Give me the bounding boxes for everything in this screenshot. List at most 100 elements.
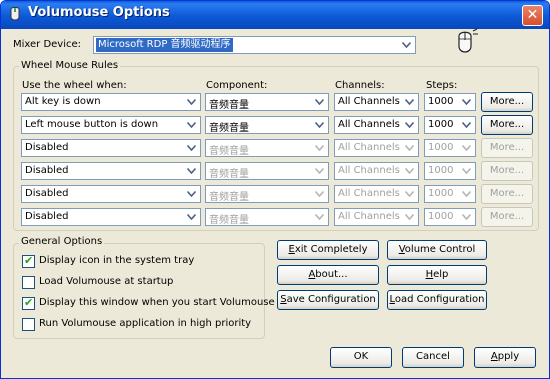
more-button[interactable]: More...: [481, 115, 533, 135]
component-select[interactable]: 音频音量: [205, 208, 329, 226]
header-channels: Channels:: [335, 80, 385, 91]
chevron-down-icon: [399, 38, 414, 52]
more-button[interactable]: More...: [481, 161, 533, 181]
channels-select[interactable]: All Channels: [334, 139, 419, 157]
mixer-device-select[interactable]: Microsoft RDP 音频驱动程序: [93, 36, 416, 54]
component-select-value: 音频音量: [209, 100, 249, 111]
component-select-value: 音频音量: [209, 123, 249, 134]
component-select[interactable]: 音频音量: [205, 116, 329, 134]
component-select[interactable]: 音频音量: [205, 139, 329, 157]
chevron-down-icon: [184, 95, 199, 109]
chevron-down-icon: [402, 118, 417, 132]
checkmark-icon: ✔: [24, 254, 34, 267]
channels-select-value: All Channels: [338, 142, 400, 153]
more-button[interactable]: More...: [481, 92, 533, 112]
chevron-down-icon: [459, 164, 474, 178]
checkmark-icon: ✔: [24, 296, 34, 309]
chevron-down-icon: [402, 141, 417, 155]
chevron-down-icon: [459, 118, 474, 132]
option-checkbox[interactable]: ✔: [22, 254, 35, 268]
option-checkbox[interactable]: [22, 318, 35, 331]
use-wheel-select[interactable]: Left mouse button is down: [21, 116, 201, 134]
channels-select[interactable]: All Channels: [334, 208, 419, 226]
use-wheel-select[interactable]: Alt key is down: [21, 93, 201, 111]
save-configuration-button[interactable]: Save Configuration: [277, 290, 379, 310]
option-checkbox[interactable]: [22, 276, 35, 289]
channels-select-value: All Channels: [338, 96, 400, 107]
steps-select-value: 1000: [428, 211, 454, 222]
close-icon: ✕: [526, 7, 539, 23]
channels-select[interactable]: All Channels: [334, 116, 419, 134]
steps-select[interactable]: 1000: [424, 139, 476, 157]
chevron-down-icon: [402, 187, 417, 201]
component-select[interactable]: 音频音量: [205, 162, 329, 180]
chevron-down-icon: [459, 141, 474, 155]
option-label[interactable]: Load Volumouse at startup: [39, 276, 173, 287]
load-configuration-button[interactable]: Load Configuration: [387, 290, 487, 310]
mixer-device-value: Microsoft RDP 音频驱动程序: [96, 38, 233, 52]
steps-select[interactable]: 1000: [424, 116, 476, 134]
help-button[interactable]: Help: [387, 265, 487, 285]
use-wheel-select-value: Disabled: [25, 165, 69, 176]
steps-select[interactable]: 1000: [424, 185, 476, 203]
use-wheel-select-value: Disabled: [25, 211, 69, 222]
chevron-down-icon: [184, 118, 199, 132]
chevron-down-icon: [402, 164, 417, 178]
steps-select-value: 1000: [428, 119, 454, 130]
steps-select[interactable]: 1000: [424, 93, 476, 111]
close-button[interactable]: ✕: [522, 5, 543, 26]
use-wheel-select-value: Disabled: [25, 142, 69, 153]
mouse-icon: [458, 28, 478, 53]
ok-button[interactable]: OK: [330, 347, 392, 368]
more-button[interactable]: More...: [481, 138, 533, 158]
chevron-down-icon: [184, 210, 199, 224]
steps-select[interactable]: 1000: [424, 208, 476, 226]
header-component: Component:: [206, 80, 268, 91]
volumouse-icon: [10, 7, 20, 21]
channels-select-value: All Channels: [338, 211, 400, 222]
window-title: Volumouse Options: [28, 5, 170, 20]
component-select-value: 音频音量: [209, 192, 249, 203]
steps-select-value: 1000: [428, 142, 454, 153]
steps-select-value: 1000: [428, 165, 454, 176]
use-wheel-select[interactable]: Disabled: [21, 139, 201, 157]
option-checkbox[interactable]: ✔: [22, 296, 35, 310]
more-button[interactable]: More...: [481, 207, 533, 227]
title-bar[interactable]: Volumouse Options ✕: [1, 1, 549, 29]
chevron-down-icon: [312, 118, 327, 132]
header-use-wheel: Use the wheel when:: [22, 80, 127, 91]
component-select[interactable]: 音频音量: [205, 93, 329, 111]
channels-select-value: All Channels: [338, 119, 400, 130]
chevron-down-icon: [402, 95, 417, 109]
wheel-rules-title: Wheel Mouse Rules: [19, 60, 121, 71]
use-wheel-select[interactable]: Disabled: [21, 208, 201, 226]
general-options-title: General Options: [19, 236, 105, 247]
apply-button[interactable]: Apply: [474, 347, 536, 368]
volume-control-button[interactable]: Volume Control: [387, 240, 487, 260]
chevron-down-icon: [312, 141, 327, 155]
channels-select[interactable]: All Channels: [334, 93, 419, 111]
use-wheel-select[interactable]: Disabled: [21, 162, 201, 180]
channels-select[interactable]: All Channels: [334, 162, 419, 180]
cancel-button[interactable]: Cancel: [402, 347, 464, 368]
option-label[interactable]: Display this window when you start Volum…: [39, 297, 275, 308]
channels-select[interactable]: All Channels: [334, 185, 419, 203]
component-select[interactable]: 音频音量: [205, 185, 329, 203]
more-button[interactable]: More...: [481, 184, 533, 204]
chevron-down-icon: [312, 164, 327, 178]
chevron-down-icon: [312, 95, 327, 109]
about-button[interactable]: About...: [277, 265, 379, 285]
chevron-down-icon: [459, 210, 474, 224]
chevron-down-icon: [312, 210, 327, 224]
steps-select-value: 1000: [428, 96, 454, 107]
options-dialog: Volumouse Options ✕ Mixer Device: Micros…: [0, 0, 550, 379]
option-label[interactable]: Run Volumouse application in high priori…: [39, 318, 251, 329]
option-label[interactable]: Display icon in the system tray: [39, 255, 194, 266]
exit-completely-button[interactable]: Exit Completely: [277, 240, 379, 260]
steps-select[interactable]: 1000: [424, 162, 476, 180]
header-steps: Steps:: [426, 80, 458, 91]
channels-select-value: All Channels: [338, 165, 400, 176]
steps-select-value: 1000: [428, 188, 454, 199]
use-wheel-select[interactable]: Disabled: [21, 185, 201, 203]
chevron-down-icon: [312, 187, 327, 201]
